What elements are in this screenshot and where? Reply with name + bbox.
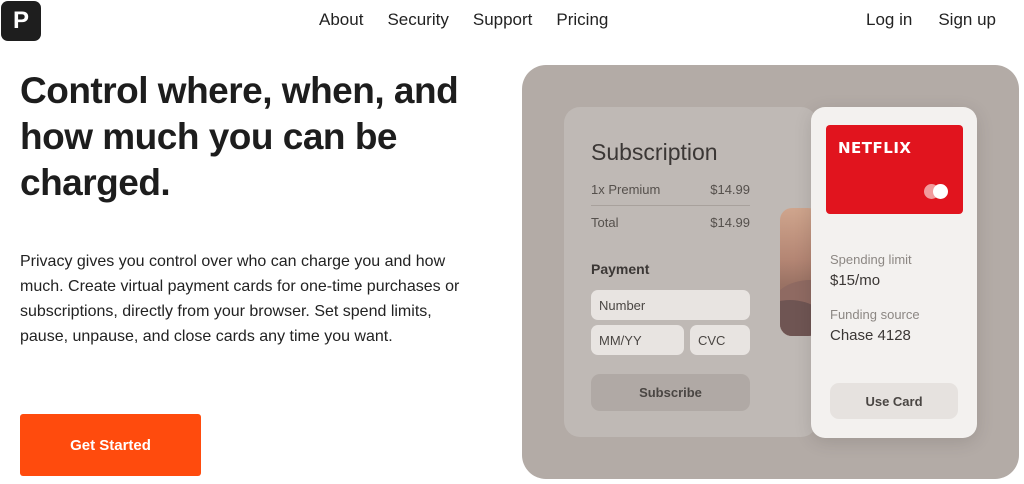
auth-links: Log in Sign up xyxy=(866,10,996,30)
nav-pricing[interactable]: Pricing xyxy=(556,10,608,30)
cvc-field[interactable]: CVC xyxy=(690,325,750,355)
cvc-placeholder: CVC xyxy=(698,332,726,348)
spending-limit-label: Spending limit xyxy=(830,252,912,267)
virtual-card-panel: NETFLIX Spending limit $15/mo Funding so… xyxy=(811,107,977,438)
product-illustration: Subscription 1x Premium $14.99 Total $14… xyxy=(522,65,1019,479)
card-number-placeholder: Number xyxy=(599,297,646,313)
use-card-button[interactable]: Use Card xyxy=(830,383,958,419)
line-item-amount: $14.99 xyxy=(710,182,750,197)
merchant-name: NETFLIX xyxy=(838,139,912,157)
total-label: Total xyxy=(591,215,619,230)
hero-title: Control where, when, and how much you ca… xyxy=(20,70,459,203)
hero-description: Privacy gives you control over who can c… xyxy=(20,253,460,345)
expiry-placeholder: MM/YY xyxy=(599,332,642,348)
spending-limit-value: $15/mo xyxy=(830,272,881,289)
logo-letter: P xyxy=(12,7,29,34)
get-started-button[interactable]: Get Started xyxy=(20,414,201,476)
nav-security[interactable]: Security xyxy=(387,10,448,30)
line-item-row: 1x Premium $14.99 xyxy=(591,182,750,197)
total-amount: $14.99 xyxy=(710,215,750,230)
divider xyxy=(591,205,750,206)
expiry-field[interactable]: MM/YY xyxy=(591,325,684,355)
funding-source-label: Funding source xyxy=(830,307,920,322)
login-link[interactable]: Log in xyxy=(866,10,912,30)
netflix-card[interactable]: NETFLIX xyxy=(826,125,963,214)
privacy-logo[interactable]: P xyxy=(1,1,41,41)
nav-support[interactable]: Support xyxy=(473,10,533,30)
payment-label: Payment xyxy=(591,261,650,277)
total-row: Total $14.99 xyxy=(591,215,750,230)
card-number-field[interactable]: Number xyxy=(591,290,750,320)
signup-link[interactable]: Sign up xyxy=(938,10,996,30)
nav-about[interactable]: About xyxy=(319,10,363,30)
line-item-label: 1x Premium xyxy=(591,182,661,197)
main-nav: About Security Support Pricing xyxy=(319,10,608,30)
subscribe-button[interactable]: Subscribe xyxy=(591,374,750,411)
funding-source-value: Chase 4128 xyxy=(830,327,911,344)
subscription-title: Subscription xyxy=(591,139,718,165)
card-network-icon xyxy=(933,184,948,199)
